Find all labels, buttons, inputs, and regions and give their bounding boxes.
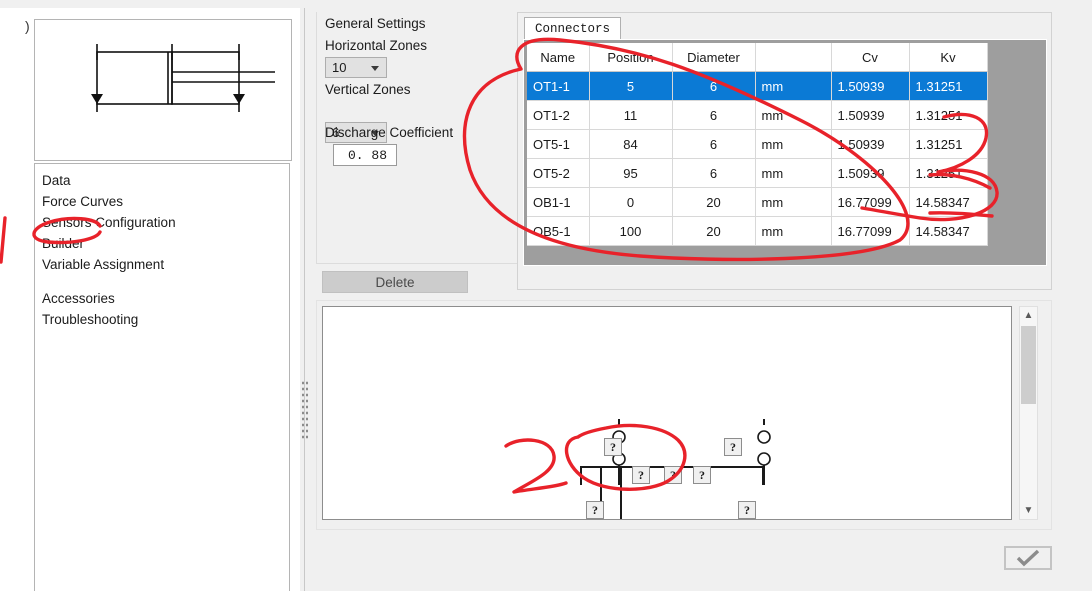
cell-cv: 16.77099 — [831, 216, 910, 246]
cell-cv: 16.77099 — [831, 187, 910, 217]
nav-item-data[interactable]: Data — [35, 170, 289, 191]
nav-separator — [35, 275, 289, 288]
chevron-down-icon[interactable]: ▼ — [1020, 502, 1037, 519]
paren-glyph: ) — [25, 18, 30, 34]
column-header-kv[interactable]: Kv — [909, 43, 988, 72]
table-row[interactable]: OB1-1 0 20 mm 16.77099 14.58347 — [527, 187, 988, 217]
port-marker-1[interactable]: ? — [604, 438, 622, 456]
cell-position: 11 — [589, 100, 673, 130]
builder-workspace: General Settings Horizontal Zones 10 Ver… — [312, 8, 1092, 591]
general-settings-title: General Settings — [325, 16, 426, 31]
table-row[interactable]: OT5-1 84 6 mm 1.50939 1.31251 — [527, 129, 988, 159]
column-header-unit[interactable] — [755, 43, 832, 72]
cell-unit: mm — [755, 129, 832, 159]
confirm-button[interactable] — [1004, 546, 1052, 570]
cell-kv: 14.58347 — [909, 187, 988, 217]
port-marker-6[interactable]: ? — [586, 501, 604, 519]
table-header-row: Name Position Diameter Cv Kv — [527, 43, 988, 72]
cell-position: 84 — [589, 129, 673, 159]
nav-item-troubleshooting[interactable]: Troubleshooting — [35, 309, 289, 330]
cell-diameter: 20 — [672, 216, 756, 246]
connector-schematic — [580, 419, 771, 519]
nav-item-force-curves[interactable]: Force Curves — [35, 191, 289, 212]
column-header-name[interactable]: Name — [527, 43, 590, 72]
port-marker-2[interactable]: ? — [632, 466, 650, 484]
cell-diameter: 6 — [672, 71, 756, 101]
cell-cv: 1.50939 — [831, 129, 910, 159]
cell-diameter: 6 — [672, 158, 756, 188]
table-row[interactable]: OT5-2 95 6 mm 1.50939 1.31251 — [527, 158, 988, 188]
vertical-zones-label: Vertical Zones — [325, 82, 411, 97]
cell-name: OT5-1 — [527, 129, 590, 159]
discharge-coefficient-label: Discharge Coefficient — [325, 125, 454, 140]
cell-name: OT1-1 — [527, 71, 590, 101]
cell-unit: mm — [755, 100, 832, 130]
table-row[interactable]: OB5-1 100 20 mm 16.77099 14.58347 — [527, 216, 988, 246]
nav-item-builder[interactable]: Builder — [35, 233, 289, 254]
cell-unit: mm — [755, 71, 832, 101]
column-header-position[interactable]: Position — [589, 43, 673, 72]
connectors-table: Name Position Diameter Cv Kv OT1-1 5 6 mm 1.… — [527, 43, 988, 246]
horizontal-zones-select[interactable]: 10 — [325, 57, 387, 78]
discharge-coefficient-input[interactable]: 0. 88 — [333, 144, 397, 166]
schematic-panel: ??????? ▲ ▼ — [316, 300, 1052, 530]
cell-position: 5 — [589, 71, 673, 101]
navigation-list[interactable]: Data Force Curves Sensors Configuration … — [34, 163, 290, 591]
left-panel: ) Data Force Curves Sensors Configuratio… — [0, 8, 300, 591]
cell-kv: 1.31251 — [909, 100, 988, 130]
column-header-cv[interactable]: Cv — [831, 43, 910, 72]
cell-kv: 1.31251 — [909, 129, 988, 159]
cell-cv: 1.50939 — [831, 158, 910, 188]
cell-diameter: 6 — [672, 100, 756, 130]
cell-name: OB5-1 — [527, 216, 590, 246]
cell-diameter: 6 — [672, 129, 756, 159]
cell-kv: 14.58347 — [909, 216, 988, 246]
cell-name: OB1-1 — [527, 187, 590, 217]
delete-button[interactable]: Delete — [322, 271, 468, 293]
checkmark-icon — [1016, 549, 1040, 567]
general-settings-group: General Settings Horizontal Zones 10 Ver… — [316, 12, 518, 264]
cylinder-preview — [34, 19, 292, 161]
port-marker-5[interactable]: ? — [724, 438, 742, 456]
nav-item-variable-assignment[interactable]: Variable Assignment — [35, 254, 289, 275]
nav-item-sensors-configuration[interactable]: Sensors Configuration — [35, 212, 289, 233]
cell-unit: mm — [755, 158, 832, 188]
cell-position: 100 — [589, 216, 673, 246]
nav-item-accessories[interactable]: Accessories — [35, 288, 289, 309]
cell-unit: mm — [755, 216, 832, 246]
cell-position: 0 — [589, 187, 673, 217]
cell-kv: 1.31251 — [909, 158, 988, 188]
scrollbar-thumb[interactable] — [1021, 326, 1036, 404]
port-marker-3[interactable]: ? — [664, 466, 682, 484]
port-marker-4[interactable]: ? — [693, 466, 711, 484]
discharge-coefficient-value: 0. 88 — [347, 147, 387, 163]
port-marker-7[interactable]: ? — [738, 501, 756, 519]
cell-kv: 1.31251 — [909, 71, 988, 101]
schematic-canvas[interactable]: ??????? — [322, 306, 1012, 520]
connectors-panel: Connectors Name Position Diameter Cv Kv — [517, 12, 1052, 290]
delete-button-label: Delete — [375, 274, 415, 290]
cell-position: 95 — [589, 158, 673, 188]
horizontal-zones-value: 10 — [332, 60, 347, 75]
cell-name: OT5-2 — [527, 158, 590, 188]
table-row[interactable]: OT1-1 5 6 mm 1.50939 1.31251 — [527, 71, 988, 101]
tab-connectors[interactable]: Connectors — [524, 17, 622, 40]
connectors-grid[interactable]: Name Position Diameter Cv Kv OT1-1 5 6 mm 1.… — [523, 39, 1047, 266]
pneumatic-cylinder-symbol — [91, 44, 275, 112]
cell-diameter: 20 — [672, 187, 756, 217]
cell-name: OT1-2 — [527, 100, 590, 130]
cell-cv: 1.50939 — [831, 71, 910, 101]
chevron-down-icon — [371, 65, 379, 71]
table-row[interactable]: OT1-2 11 6 mm 1.50939 1.31251 — [527, 100, 988, 130]
horizontal-zones-label: Horizontal Zones — [325, 38, 428, 53]
chevron-up-icon[interactable]: ▲ — [1020, 307, 1037, 324]
panel-splitter[interactable] — [300, 8, 312, 591]
column-header-diameter[interactable]: Diameter — [672, 43, 756, 72]
schematic-scrollbar[interactable]: ▲ ▼ — [1019, 306, 1038, 520]
splitter-rail — [304, 8, 305, 591]
cell-cv: 1.50939 — [831, 100, 910, 130]
splitter-grip[interactable] — [301, 380, 308, 440]
cell-unit: mm — [755, 187, 832, 217]
tab-connectors-label: Connectors — [535, 22, 611, 36]
